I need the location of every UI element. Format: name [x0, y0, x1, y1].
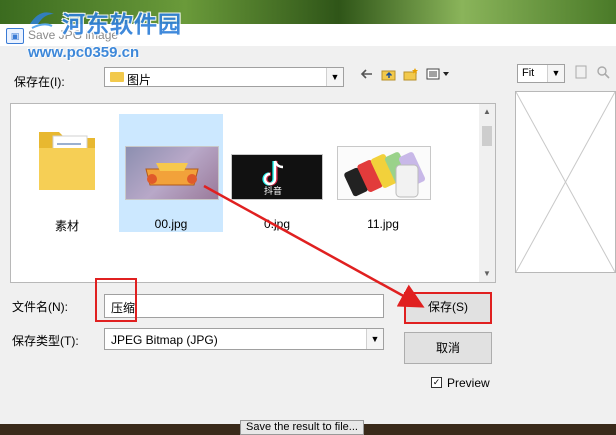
annotation-arrow: [203, 184, 425, 308]
watermark-url: www.pc0359.cn: [28, 44, 140, 61]
watermark-text: 河东软件园: [62, 11, 182, 37]
background-strip: Save the result to file...: [0, 420, 616, 435]
save-dialog: 保存在(I): 图片 ▼ Fit ▼ 素材 00.jpg 抖音 0.jpg 11…: [0, 46, 616, 424]
watermark-logo: 河东软件园: [8, 2, 218, 37]
save-result-button[interactable]: Save the result to file...: [240, 420, 364, 435]
watermark-logo-icon: [30, 12, 54, 29]
